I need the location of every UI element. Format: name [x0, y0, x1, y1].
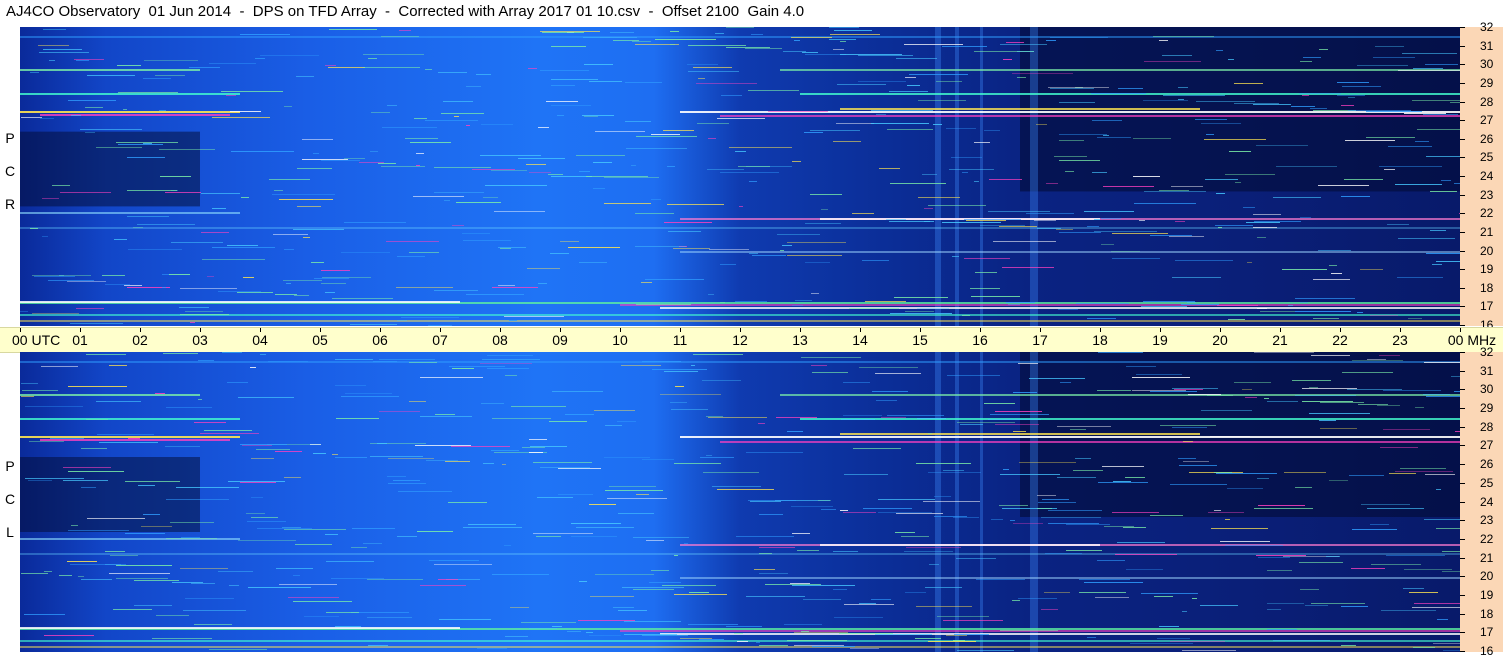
pol-letter: C — [4, 163, 16, 179]
frequency-tick-label: 32 — [1480, 20, 1494, 34]
frequency-tick-label: 31 — [1480, 39, 1494, 53]
time-tick-label: 23 — [1392, 332, 1408, 348]
time-tick-label: 12 — [732, 332, 748, 348]
time-tick-label: 07 — [432, 332, 448, 348]
time-tick-label: 04 — [252, 332, 268, 348]
frequency-tick-label: 27 — [1480, 438, 1494, 452]
time-tick-label: 00 UTC — [12, 332, 61, 348]
pol-letter: C — [4, 491, 16, 507]
frequency-tick-label: 25 — [1480, 476, 1494, 490]
frequency-tick-label: 18 — [1480, 607, 1494, 621]
time-tick-label: 15 — [912, 332, 928, 348]
time-tick-label: 03 — [192, 332, 208, 348]
time-tick-label: 21 — [1272, 332, 1288, 348]
frequency-tick-label: 20 — [1480, 569, 1494, 583]
frequency-tick-label: 24 — [1480, 169, 1494, 183]
frequency-tick-label: 31 — [1480, 364, 1494, 378]
time-tick-label: 13 — [792, 332, 808, 348]
frequency-tick-label: 26 — [1480, 132, 1494, 146]
frequency-tick-label: 23 — [1480, 188, 1494, 202]
spectrogram-rcp — [20, 27, 1460, 326]
pol-letter: R — [4, 196, 16, 212]
frequency-tick-label: 24 — [1480, 495, 1494, 509]
frequency-tick-label: 22 — [1480, 532, 1494, 546]
time-tick-label: 14 — [852, 332, 868, 348]
frequency-tick-label: 17 — [1480, 625, 1494, 639]
time-tick-label: 11 — [672, 332, 688, 348]
time-tick-label: 09 — [552, 332, 568, 348]
spectrogram-lcp-canvas — [20, 352, 1460, 652]
frequency-tick-label: 26 — [1480, 457, 1494, 471]
frequency-tick-label: 25 — [1480, 150, 1494, 164]
frequency-tick-label: 18 — [1480, 281, 1494, 295]
frequency-tick-label: 17 — [1480, 299, 1494, 313]
time-tick-label: 02 — [132, 332, 148, 348]
frequency-tick-label: 21 — [1480, 225, 1494, 239]
time-tick-label: 05 — [312, 332, 328, 348]
frequency-tick-label: 28 — [1480, 95, 1494, 109]
time-tick-label: 22 — [1332, 332, 1348, 348]
frequency-tick-label: 19 — [1480, 262, 1494, 276]
frequency-tick-label: 30 — [1480, 382, 1494, 396]
time-tick-label: 17 — [1032, 332, 1048, 348]
frequency-tick-label: 19 — [1480, 588, 1494, 602]
frequency-tick-label: 28 — [1480, 420, 1494, 434]
time-tick-label: 10 — [612, 332, 628, 348]
frequency-tick-label: 20 — [1480, 244, 1494, 258]
frequency-axis-bottom: 32 31 30 29 28 27 26 25 24 23 22 21 20 19 18 17 16 — [1460, 345, 1503, 658]
time-tick-label: 01 — [72, 332, 88, 348]
pol-letter: L — [6, 524, 14, 540]
time-tick-label: 20 — [1212, 332, 1228, 348]
spectrogram-rcp-canvas — [20, 27, 1460, 326]
pol-letter: P — [5, 458, 15, 474]
time-tick-label: 16 — [972, 332, 988, 348]
time-tick-label: 06 — [372, 332, 388, 348]
pol-letter: P — [5, 130, 15, 146]
frequency-tick-label: 23 — [1480, 513, 1494, 527]
frequency-tick-label: 16 — [1480, 644, 1494, 658]
frequency-tick-label: 29 — [1480, 76, 1494, 90]
time-tick-label: 08 — [492, 332, 508, 348]
time-axis: 00 UTC 01 02 03 04 05 06 07 08 09 10 11 12 13 14 15 16 17… — [0, 327, 1503, 353]
spectrogram-lcp — [20, 352, 1460, 652]
frequency-tick-label: 22 — [1480, 206, 1494, 220]
frequency-tick-label: 30 — [1480, 57, 1494, 71]
frequency-tick-label: 29 — [1480, 401, 1494, 415]
frequency-tick-label: 27 — [1480, 113, 1494, 127]
page-title: AJ4CO Observatory 01 Jun 2014 - DPS on T… — [6, 3, 805, 20]
frequency-axis-top: 32 31 30 29 28 27 26 25 24 23 22 21 20 19 18 17 16 — [1460, 20, 1503, 332]
time-tick-label: 19 — [1152, 332, 1168, 348]
frequency-tick-label: 21 — [1480, 551, 1494, 565]
polarization-label-bottom: P C L — [3, 450, 17, 549]
time-tick-label: 18 — [1092, 332, 1108, 348]
polarization-label-top: P C R — [3, 122, 17, 221]
frequency-tick-label: 32 — [1480, 345, 1494, 359]
